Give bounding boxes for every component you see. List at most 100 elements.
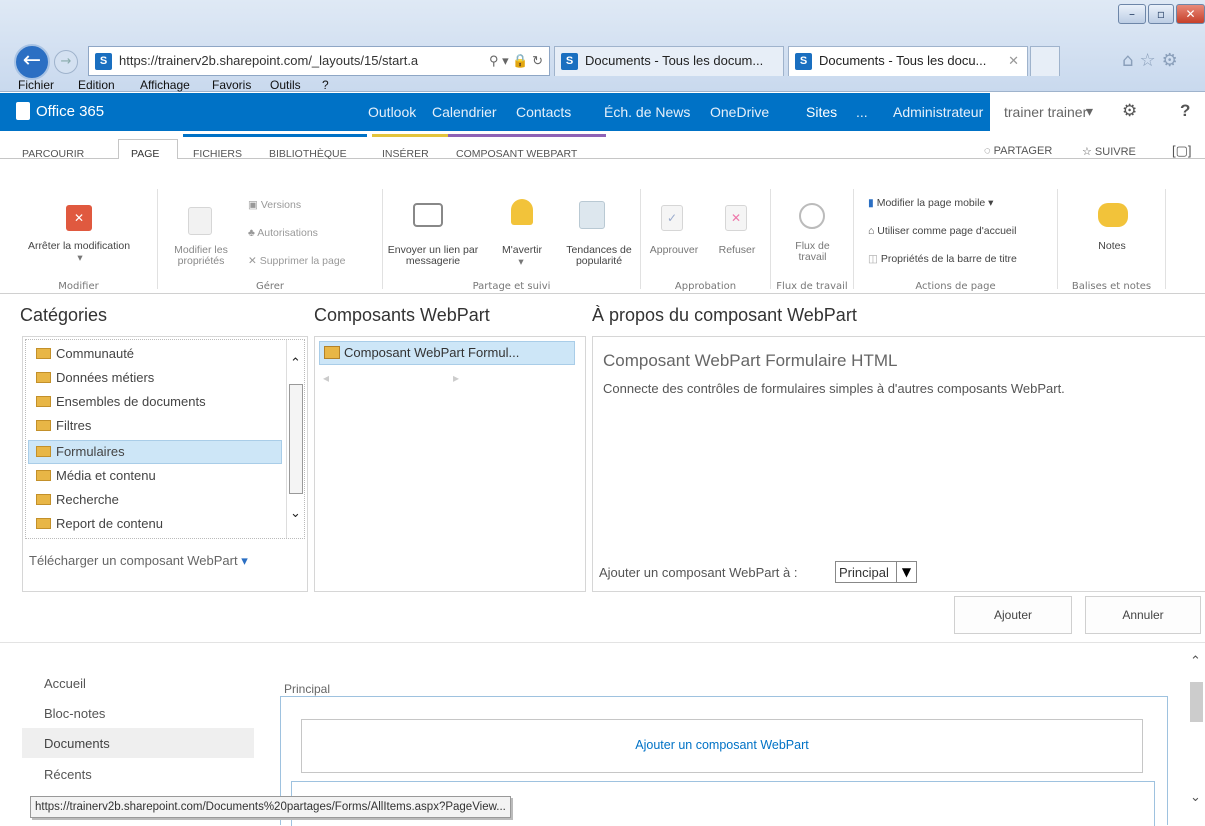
- folder-icon: [36, 446, 51, 457]
- group-partage: Envoyer un lien par messagerie M'avertir …: [383, 189, 641, 292]
- category-label: Formulaires: [56, 444, 125, 459]
- menu-help[interactable]: ?: [322, 78, 329, 92]
- nav-more[interactable]: ...: [856, 104, 868, 120]
- arrow-left-icon[interactable]: ◂: [323, 371, 329, 385]
- list-item[interactable]: Données métiers: [36, 370, 154, 385]
- popularity-trends-button[interactable]: Tendances de popularité: [559, 245, 639, 267]
- upload-webpart-link[interactable]: Télécharger un composant WebPart ▾: [29, 553, 248, 569]
- stop-editing-button[interactable]: Arrêter la modification: [2, 241, 156, 252]
- star-icon[interactable]: ☆: [1139, 50, 1161, 71]
- edit-properties-button[interactable]: Modifier les propriétés: [166, 245, 236, 267]
- left-nav-documents[interactable]: Documents: [44, 736, 110, 751]
- scroll-thumb[interactable]: [1190, 682, 1203, 722]
- focus-icon[interactable]: [▢]: [1172, 143, 1192, 159]
- help-icon[interactable]: ?: [1180, 101, 1190, 121]
- close-tab-icon[interactable]: ✕: [1008, 47, 1019, 75]
- office365-logo[interactable]: Office 365: [36, 103, 104, 120]
- approve-button[interactable]: Approuver: [643, 245, 705, 256]
- list-item-selected[interactable]: Formulaires: [36, 444, 125, 459]
- menu-edition[interactable]: Edition: [78, 78, 115, 92]
- nav-news[interactable]: Éch. de News: [604, 104, 690, 120]
- delete-page-button[interactable]: ✕ Supprimer la page: [248, 255, 346, 267]
- group-label: Partage et suivi: [472, 281, 551, 292]
- left-nav-accueil[interactable]: Accueil: [44, 676, 86, 691]
- menu-fichier[interactable]: Fichier: [18, 78, 54, 92]
- list-item[interactable]: Communauté: [36, 346, 134, 361]
- nav-calendrier[interactable]: Calendrier: [432, 104, 497, 120]
- scroll-up-icon[interactable]: ⌃: [1190, 654, 1201, 669]
- scroll-up-icon[interactable]: ⌃: [290, 356, 301, 371]
- follow-label: SUIVRE: [1094, 146, 1136, 158]
- left-nav-bloc-notes[interactable]: Bloc-notes: [44, 706, 105, 721]
- webpart-item-selected[interactable]: Composant WebPart Formul...: [319, 341, 575, 365]
- list-item[interactable]: Filtres: [36, 418, 91, 433]
- titlebar-properties-button[interactable]: ◫ Propriétés de la barre de titre: [868, 253, 1017, 265]
- address-bar[interactable]: S https://trainerv2b.sharepoint.com/_lay…: [88, 46, 550, 76]
- share-button[interactable]: ◌ PARTAGER: [984, 145, 1052, 157]
- email-icon[interactable]: [413, 203, 443, 227]
- menu-favoris[interactable]: Favoris: [212, 78, 251, 92]
- group-balises: Notes Balises et notes: [1058, 189, 1166, 292]
- workflow-button[interactable]: Flux de travail: [771, 241, 854, 263]
- stop-editing-icon[interactable]: ✕: [66, 205, 92, 231]
- gear-icon[interactable]: ⚙: [1122, 101, 1137, 121]
- nav-administrateur[interactable]: Administrateur: [893, 104, 983, 120]
- list-item[interactable]: Report de contenu: [36, 516, 163, 531]
- bell-icon[interactable]: [511, 199, 533, 225]
- add-button[interactable]: Ajouter: [954, 596, 1072, 634]
- zone-select[interactable]: Principal ▼: [835, 561, 917, 583]
- scroll-thumb[interactable]: [289, 384, 303, 494]
- tab-title: Documents - Tous les docum...: [585, 53, 764, 68]
- forward-button[interactable]: →: [54, 50, 78, 74]
- browser-tab-1[interactable]: S Documents - Tous les docum...: [554, 46, 784, 76]
- webparts-panel: Composant WebPart Formul... ◂ ▸: [314, 336, 586, 592]
- permissions-button[interactable]: ♣ Autorisations: [248, 227, 318, 239]
- notes-icon[interactable]: [1098, 203, 1128, 227]
- minimize-button[interactable]: –: [1118, 4, 1146, 24]
- reject-icon[interactable]: ✕: [725, 205, 747, 231]
- search-icon[interactable]: ⚲ ▾ 🔒 ↻: [489, 47, 543, 75]
- alert-me-button[interactable]: M'avertir: [487, 245, 557, 256]
- cancel-button[interactable]: Annuler: [1085, 596, 1201, 634]
- nav-outlook[interactable]: Outlook: [368, 104, 416, 120]
- menu-outils[interactable]: Outils: [270, 78, 301, 92]
- arrow-right-icon[interactable]: ▸: [453, 371, 459, 385]
- follow-button[interactable]: ☆ SUIVRE: [1082, 145, 1136, 158]
- list-item[interactable]: Recherche: [36, 492, 119, 507]
- workflow-icon[interactable]: [799, 203, 825, 229]
- categories-scrollbar[interactable]: ⌃ ⌄: [286, 340, 304, 538]
- close-button[interactable]: ✕: [1176, 4, 1205, 24]
- back-button[interactable]: ←: [14, 44, 50, 80]
- notes-button[interactable]: Notes: [1058, 241, 1166, 252]
- approve-icon[interactable]: ✓: [661, 205, 683, 231]
- nav-contacts[interactable]: Contacts: [516, 104, 571, 120]
- gear-icon[interactable]: ⚙: [1162, 50, 1184, 71]
- edit-mobile-page-label: Modifier la page mobile: [876, 197, 986, 209]
- email-link-button[interactable]: Envoyer un lien par messagerie: [383, 245, 483, 267]
- trends-icon[interactable]: [579, 201, 605, 229]
- sharepoint-favicon-icon: S: [795, 53, 812, 70]
- menu-affichage[interactable]: Affichage: [140, 78, 190, 92]
- edit-properties-icon[interactable]: [188, 207, 212, 235]
- add-webpart-link[interactable]: Ajouter un composant WebPart: [302, 738, 1142, 752]
- home-icon[interactable]: ⌂: [1122, 50, 1139, 71]
- scroll-down-icon[interactable]: ⌄: [290, 506, 301, 521]
- mobile-icon: ▮: [868, 197, 877, 209]
- list-item[interactable]: Média et contenu: [36, 468, 156, 483]
- reject-button[interactable]: Refuser: [707, 245, 767, 256]
- versions-button[interactable]: ▣ Versions: [248, 199, 301, 211]
- list-item[interactable]: Ensembles de documents: [36, 394, 206, 409]
- nav-sites[interactable]: Sites: [806, 104, 837, 120]
- left-nav-recents[interactable]: Récents: [44, 767, 92, 782]
- user-menu[interactable]: trainer trainer ▾: [990, 93, 1102, 131]
- make-homepage-button[interactable]: ⌂ Utiliser comme page d'accueil: [868, 225, 1016, 237]
- new-tab-button[interactable]: [1030, 46, 1060, 76]
- maximize-button[interactable]: ▫: [1148, 4, 1174, 24]
- page-scrollbar[interactable]: ⌃ ⌄: [1188, 650, 1205, 825]
- categories-list[interactable]: Communauté Données métiers Ensembles de …: [25, 339, 305, 539]
- add-webpart-box[interactable]: Ajouter un composant WebPart: [301, 719, 1143, 773]
- nav-onedrive[interactable]: OneDrive: [710, 104, 769, 120]
- browser-tab-2[interactable]: S Documents - Tous les docu... ✕: [788, 46, 1028, 76]
- edit-mobile-page-button[interactable]: ▮ Modifier la page mobile ▾: [868, 197, 993, 209]
- scroll-down-icon[interactable]: ⌄: [1190, 790, 1201, 805]
